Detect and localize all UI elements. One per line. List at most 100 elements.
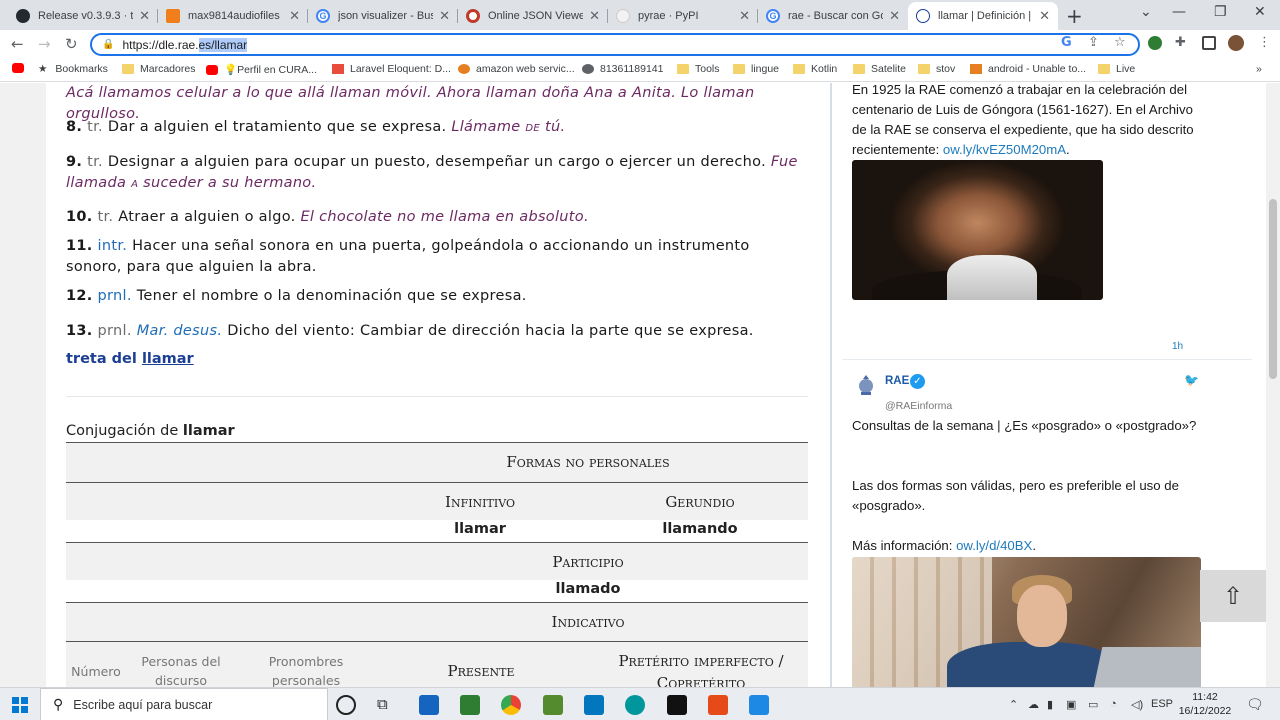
search-placeholder: Escribe aquí para buscar [73,697,213,712]
usage-abbr[interactable]: Mar. desus. [137,323,223,339]
back-arrow-icon[interactable]: ← [11,35,24,53]
bookmark-tools[interactable]: Tools [677,63,720,75]
extensions-puzzle-icon[interactable]: ✚ [1175,35,1186,50]
clock[interactable]: 11:42 16/12/2022 [1175,690,1235,718]
bookmark-marcadores[interactable]: Marcadores [122,63,195,75]
notifications-icon[interactable]: 🗨 [1246,696,1264,713]
maximize-button[interactable]: ❐ [1214,4,1227,20]
grammar-abbr[interactable]: intr. [98,238,128,254]
bookmark-perfil-cura[interactable]: 💡Perfil en CURA... [206,63,317,76]
bookmark-youtube[interactable] [12,63,30,73]
grammar-abbr[interactable]: prnl. [98,323,132,339]
tab-audiofiles[interactable]: max9814audiofiles - S ✕ [158,2,308,30]
bookmark-live[interactable]: Live [1098,63,1135,75]
cloud-icon[interactable]: ☁ [1028,698,1039,711]
menu-kebab-icon[interactable]: ⋮ [1258,35,1271,50]
tweet-image-photo[interactable] [852,557,1201,687]
grammar-abbr[interactable]: prnl. [98,288,132,304]
scroll-to-top-button[interactable]: ⇧ [1200,570,1266,622]
battery-icon[interactable]: ▭ [1088,698,1098,711]
tweet-image-portrait[interactable] [852,160,1103,300]
tweet-timestamp[interactable]: 1h [1172,341,1183,352]
grammar-abbr[interactable]: tr. [98,209,114,225]
twitter-bird-icon[interactable]: 🐦 [1184,373,1199,387]
bookmark-aws[interactable]: amazon web servic... [458,63,575,75]
scrollbar-thumb[interactable] [1269,199,1277,379]
profile-avatar[interactable] [1228,35,1244,51]
files-icon[interactable] [460,695,480,715]
close-icon[interactable]: ✕ [289,8,300,24]
extension-icon[interactable] [1148,36,1162,50]
page-scrollbar[interactable] [1266,83,1280,687]
bookmark-number[interactable]: 81361189141 [582,63,663,75]
reload-icon[interactable]: ↻ [65,35,78,53]
treta-link[interactable]: treta del llamar [66,351,194,367]
youtube-icon [12,63,24,73]
globe-icon [582,64,594,74]
bookmark-stov[interactable]: stov [918,63,955,75]
app-icon[interactable] [708,695,728,715]
new-tab-button[interactable]: + [1066,4,1083,28]
close-icon[interactable]: ✕ [439,8,450,24]
tab-search-chevron-icon[interactable]: ⌄ [1140,4,1152,20]
language-indicator[interactable]: ESP [1151,698,1173,710]
app-icon[interactable] [584,695,604,715]
bookmark-kotlin[interactable]: Kotlin [793,63,837,75]
folder-icon [793,64,805,74]
minimize-button[interactable]: — [1172,4,1186,20]
bookmark-label: amazon web servic... [476,63,575,75]
bookmark-satelite[interactable]: Satelite [853,63,906,75]
google-lens-icon[interactable]: G [1061,35,1072,50]
taskbar-search-box[interactable]: ⚲ Escribe aquí para buscar [40,688,328,720]
tweet-author-name[interactable]: RAE [885,375,909,387]
mail-icon[interactable] [419,695,439,715]
header-personas: Personas del discurso [141,654,221,687]
share-icon[interactable]: ⇪ [1088,35,1099,50]
bookmark-android[interactable]: android - Unable to... [970,63,1086,75]
bookmark-star-icon[interactable]: ☆ [1114,35,1126,50]
definition-number: 12. [66,288,93,304]
tweet-link[interactable]: ow.ly/kvEZ50M20mA [943,142,1066,157]
treta-word-link[interactable]: llamar [142,351,194,367]
rae-avatar[interactable] [852,371,880,399]
bookmark-bookmarks[interactable]: ★ Bookmarks [38,63,108,75]
address-bar[interactable]: 🔒 https://dle.rae. es/llamar [90,33,1140,56]
terminal-icon[interactable] [667,695,687,715]
close-window-button[interactable]: ✕ [1254,4,1266,20]
windows-start-icon[interactable] [12,697,28,713]
bookmark-lingue[interactable]: lingue [733,63,779,75]
tab-github[interactable]: Release v0.3.9.3 · terry ✕ [8,2,158,30]
close-icon[interactable]: ✕ [139,8,150,24]
close-icon[interactable]: ✕ [889,8,900,24]
wifi-icon[interactable]: ◔ [1110,698,1117,710]
volume-icon[interactable]: ◁) [1131,698,1143,711]
app-icon[interactable] [543,695,563,715]
lock-icon[interactable]: 🔒 [102,39,114,50]
grammar-abbr[interactable]: tr. [87,154,103,170]
app-tray-icon[interactable]: ▣ [1066,698,1076,711]
close-icon[interactable]: ✕ [1039,8,1050,24]
tab-json-visualizer[interactable]: G json visualizer - Busca ✕ [308,2,458,30]
bookmarks-overflow-icon[interactable]: » [1256,63,1262,75]
close-icon[interactable]: ✕ [739,8,750,24]
bookmark-laravel[interactable]: Laravel Eloquent: D... [332,63,451,75]
folder-icon [733,64,745,74]
task-view-icon[interactable]: ⧉ [377,695,397,715]
tab-pypi[interactable]: pyrae · PyPI ✕ [608,2,758,30]
close-icon[interactable]: ✕ [589,8,600,24]
chrome-icon[interactable] [501,695,521,715]
cortana-icon[interactable] [336,695,356,715]
side-panel-icon[interactable] [1202,36,1216,50]
tweet-author-handle[interactable]: @RAEinforma [885,400,952,412]
arduino-icon[interactable] [625,695,645,715]
microphone-icon[interactable]: ▮ [1047,698,1053,711]
tab-rae-search[interactable]: G rae - Buscar con Goog ✕ [758,2,908,30]
vscode-icon[interactable] [749,695,769,715]
tab-json-viewer[interactable]: Online JSON Viewer ✕ [458,2,608,30]
grammar-abbr[interactable]: tr. [87,119,103,135]
forward-arrow-icon[interactable]: → [38,35,51,53]
tweet-link[interactable]: ow.ly/d/40BX [956,538,1032,553]
example-text: Llámame de tú. [451,119,565,135]
tray-chevron-icon[interactable]: ⌃ [1009,698,1018,711]
tab-llamar-active[interactable]: llamar | Definición | D ✕ [908,2,1058,30]
